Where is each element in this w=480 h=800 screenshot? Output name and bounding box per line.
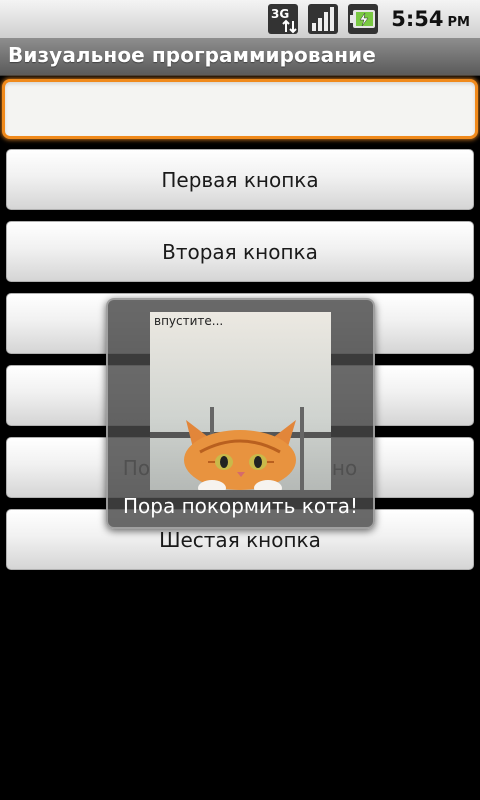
battery-charging-icon bbox=[347, 3, 379, 35]
status-bar: 3G 5:54 PM bbox=[0, 0, 480, 38]
app-title-bar: Визуальное программирование bbox=[0, 38, 480, 76]
image-caption: впустите... bbox=[154, 314, 224, 328]
second-button[interactable]: Вторая кнопка bbox=[6, 221, 474, 282]
svg-text:3G: 3G bbox=[271, 7, 289, 21]
clock-ampm: PM bbox=[447, 15, 470, 30]
clock-time: 5:54 bbox=[391, 7, 444, 31]
signal-strength-icon bbox=[307, 3, 339, 35]
toast-popup: впустите... Пора покормить кота! bbox=[106, 298, 375, 529]
clock: 5:54 PM bbox=[391, 7, 470, 31]
app-title: Визуальное программирование bbox=[8, 43, 376, 67]
first-button[interactable]: Первая кнопка bbox=[6, 149, 474, 210]
3g-data-icon: 3G bbox=[267, 3, 299, 35]
text-input[interactable] bbox=[2, 79, 478, 139]
toast-message: Пора покормить кота! bbox=[122, 494, 359, 518]
cat-image: впустите... bbox=[150, 312, 331, 490]
